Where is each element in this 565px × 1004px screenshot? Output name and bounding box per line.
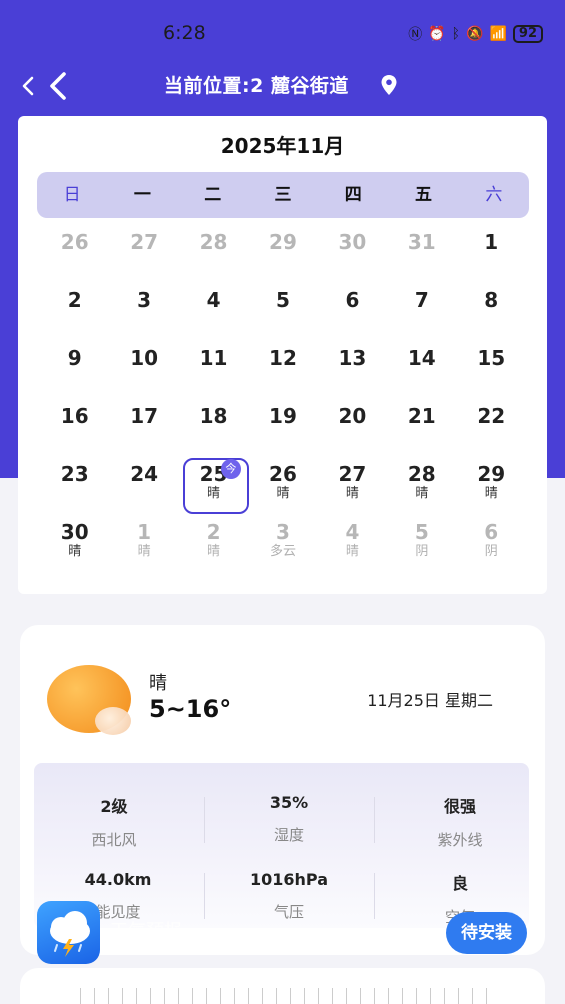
calendar-day[interactable]: 30 晴 <box>40 514 109 572</box>
storm-cloud-icon <box>50 911 90 957</box>
calendar-day[interactable]: 7 <box>387 282 456 340</box>
calendar-day[interactable]: 5 <box>248 282 317 340</box>
location-pin-icon[interactable] <box>380 74 398 96</box>
calendar-day[interactable]: 14 <box>387 340 456 398</box>
stat-pressure: 1016hPa 气压 <box>249 870 328 921</box>
bluetooth-icon: ᛒ <box>451 26 461 42</box>
calendar-week-row: 2 3 4 5 6 7 8 <box>40 282 526 340</box>
calendar-week-row: 23 24 今 25 晴 26 晴 27 晴 28 晴 29 晴 <box>40 456 526 514</box>
calendar-week-row: 30 晴 1晴 2晴 3 多云 4晴 5阴 6阴 <box>40 514 526 572</box>
calendar-card: 2025年11月 日 一 二 三 四 五 六 26 27 28 29 30 31… <box>18 116 547 594</box>
calendar-day[interactable]: 16 <box>40 398 109 456</box>
hourly-forecast-card <box>20 968 545 1004</box>
calendar-day[interactable]: 4 <box>179 282 248 340</box>
weekday-label: 六 <box>485 185 503 205</box>
calendar-day[interactable]: 1晴 <box>109 514 178 572</box>
calendar-day[interactable]: 2 <box>40 282 109 340</box>
install-button[interactable]: 待安装 <box>446 912 527 954</box>
status-icons: Ⓝ ⏰ ᛒ 🔕 📶 92 <box>408 24 543 44</box>
calendar-day[interactable]: 6 <box>318 282 387 340</box>
calendar-day[interactable]: 12 <box>248 340 317 398</box>
weather-condition: 晴 <box>149 673 167 694</box>
sunny-weather-icon <box>47 665 131 735</box>
calendar-day[interactable]: 23 <box>40 456 109 514</box>
temperature-range: 5~16° <box>149 695 232 723</box>
calendar-day[interactable]: 2晴 <box>179 514 248 572</box>
wifi-icon: 📶 <box>489 26 507 42</box>
calendar-day[interactable]: 27 晴 <box>318 456 387 514</box>
calendar-day[interactable]: 26 晴 <box>248 456 317 514</box>
alarm-icon: ⏰ <box>428 26 446 42</box>
hourly-ruler <box>80 988 500 1004</box>
ad-watermark-text: 天气预报 <box>110 921 182 942</box>
weekday-label: 四 <box>344 185 362 205</box>
calendar-week-row: 26 27 28 29 30 31 1 <box>40 224 526 282</box>
calendar-day[interactable]: 24 <box>109 456 178 514</box>
calendar-day[interactable]: 15 <box>457 340 526 398</box>
app-header: 当前位置:2 麓谷街道 <box>0 64 565 104</box>
calendar-day[interactable]: 8 <box>457 282 526 340</box>
back-icon[interactable] <box>20 72 76 100</box>
calendar-day[interactable]: 4晴 <box>318 514 387 572</box>
stat-humidity: 35% 湿度 <box>269 793 309 844</box>
calendar-day[interactable]: 28 晴 <box>387 456 456 514</box>
calendar-day[interactable]: 1 <box>457 224 526 282</box>
calendar-day[interactable]: 19 <box>248 398 317 456</box>
calendar-day-today[interactable]: 今 25 晴 <box>179 456 249 514</box>
weekday-header: 日 一 二 三 四 五 六 <box>37 172 529 218</box>
calendar-day[interactable]: 29 <box>248 224 317 282</box>
calendar-day[interactable]: 21 <box>387 398 456 456</box>
weather-stats-panel: 2级 西北风 35% 湿度 很强 紫外线 44.0km 能见度 1016hPa … <box>34 763 529 928</box>
calendar-day[interactable]: 3 <box>109 282 178 340</box>
status-time: 6:28 <box>163 22 206 44</box>
calendar-day[interactable]: 20 <box>318 398 387 456</box>
calendar-day[interactable]: 11 <box>179 340 248 398</box>
calendar-day[interactable]: 31 <box>387 224 456 282</box>
nfc-icon: Ⓝ <box>408 27 423 43</box>
month-title[interactable]: 2025年11月 <box>18 130 547 159</box>
calendar-week-row: 9 10 11 12 13 14 15 <box>40 340 526 398</box>
status-bar: 6:28 Ⓝ ⏰ ᛒ 🔕 📶 92 <box>0 14 565 54</box>
calendar-day[interactable]: 29 晴 <box>457 456 526 514</box>
mute-icon: 🔕 <box>466 26 484 42</box>
calendar-day[interactable]: 28 <box>179 224 248 282</box>
stat-divider <box>204 797 205 843</box>
weekday-label: 五 <box>415 185 433 205</box>
stat-uv: 很强 紫外线 <box>437 797 483 849</box>
today-badge: 今 <box>220 459 241 479</box>
calendar-week-row: 16 17 18 19 20 21 22 <box>40 398 526 456</box>
calendar-day[interactable]: 13 <box>318 340 387 398</box>
calendar-day[interactable]: 3 多云 <box>248 514 317 572</box>
calendar-day[interactable]: 5阴 <box>387 514 456 572</box>
calendar-day[interactable]: 26 <box>40 224 109 282</box>
calendar-day-grid: 26 27 28 29 30 31 1 2 3 4 5 6 7 8 9 10 1… <box>40 224 526 572</box>
weekday-label: 日 <box>63 185 81 205</box>
weekday-label: 二 <box>204 185 222 205</box>
calendar-day[interactable]: 18 <box>179 398 248 456</box>
weather-app-icon[interactable] <box>37 901 100 964</box>
stat-wind: 2级 西北风 <box>91 797 137 849</box>
weekday-label: 三 <box>274 185 292 205</box>
weekday-label: 一 <box>133 185 151 205</box>
calendar-day[interactable]: 9 <box>40 340 109 398</box>
battery-icon: 92 <box>512 25 543 43</box>
selected-date: 11月25日 星期二 <box>367 691 493 710</box>
stat-divider <box>374 797 375 843</box>
calendar-day[interactable]: 17 <box>109 398 178 456</box>
calendar-day[interactable]: 22 <box>457 398 526 456</box>
stat-divider <box>204 873 205 919</box>
location-title[interactable]: 当前位置:2 麓谷街道 <box>164 71 349 98</box>
calendar-day[interactable]: 27 <box>109 224 178 282</box>
calendar-day[interactable]: 30 <box>318 224 387 282</box>
today-highlight: 今 <box>182 458 249 514</box>
calendar-day[interactable]: 6阴 <box>457 514 526 572</box>
stat-divider <box>374 873 375 919</box>
calendar-day[interactable]: 10 <box>109 340 178 398</box>
